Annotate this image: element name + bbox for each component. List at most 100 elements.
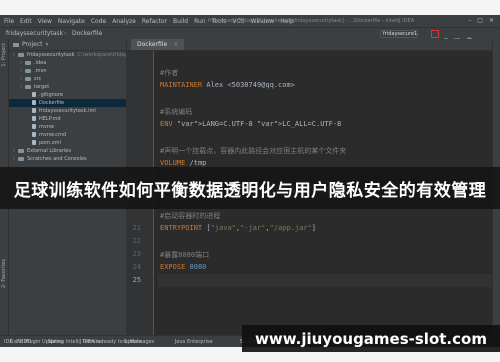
code-line: VOLUME /tmp <box>160 159 206 167</box>
project-tree: ›fridayssecuritytaskC:\workspace\fridays… <box>9 51 126 163</box>
line-number: 23 <box>132 250 141 258</box>
code-line: ENV "var">LANG=C.UTF-8 "var">LC_ALL=C.UT… <box>160 120 341 128</box>
tree-item-label: .idea <box>34 60 47 66</box>
keyword: MAINTAINER <box>160 81 203 89</box>
headline-banner: 足球训练软件如何平衡数据透明化与用户隐私安全的有效管理 <box>0 167 500 209</box>
file-icon <box>32 124 36 129</box>
keyword: EXPOSE <box>160 263 186 271</box>
folder-icon <box>18 52 24 57</box>
tree-item-label: Scratches and Consoles <box>27 156 87 162</box>
tree-item-label: .mvn <box>34 68 47 74</box>
site-watermark: www.jiuyougames-slot.com <box>242 325 500 352</box>
menu-item[interactable]: Refactor <box>142 18 167 25</box>
debug-icon[interactable] <box>442 30 450 44</box>
folder-icon <box>25 84 31 89</box>
code-line: EXPOSE 8080 <box>160 263 206 271</box>
code-argument: 8080 <box>189 263 207 271</box>
tree-item[interactable]: › src <box>9 75 126 83</box>
favorites-tool-tab[interactable]: 2: Favorites <box>1 259 7 288</box>
menu-item[interactable]: Run <box>194 18 206 25</box>
editor-tab-dockerfile[interactable]: Dockerfile × <box>131 39 185 50</box>
menu-item[interactable]: File <box>4 18 14 25</box>
tree-item[interactable]: › .mvn <box>9 67 126 75</box>
keyword: ENTRYPOINT <box>160 224 203 232</box>
file-icon <box>32 116 36 121</box>
tree-item[interactable]: › Scratches and Consoles <box>9 155 126 163</box>
tree-item-label: mvnw <box>39 124 55 130</box>
run-icon[interactable] <box>431 30 439 46</box>
watermark-text: www.jiuyougames-slot.com <box>255 329 487 348</box>
tree-item[interactable]: HELP.md <box>9 115 126 123</box>
code-line: #暴露8080端口 <box>160 251 210 259</box>
line-number: 25 <box>132 276 141 284</box>
code-line: ENTRYPOINT ["java","-jar","/app.jar"] <box>160 224 316 232</box>
code-line: MAINTAINER Alex <5030749@qq.com> <box>160 81 295 89</box>
tree-item[interactable]: .gitignore <box>9 91 126 99</box>
folder-icon <box>25 68 31 73</box>
file-icon <box>32 92 36 97</box>
maximize-icon[interactable]: □ <box>477 17 483 24</box>
stop-icon[interactable] <box>453 30 461 44</box>
screenshot-frame: File Edit View Navigate Code Analyze Refactor B… <box>0 0 500 362</box>
tree-item[interactable]: pom.xml <box>9 139 126 147</box>
minimize-icon[interactable]: – <box>468 17 471 24</box>
run-configuration-select[interactable]: fridaysecure1 <box>380 30 418 38</box>
tree-item-label: .gitignore <box>39 92 63 98</box>
folder-icon <box>25 76 31 81</box>
headline-text: 足球训练软件如何平衡数据透明化与用户隐私安全的有效管理 <box>13 180 487 201</box>
tree-item-label: mvnw.cmd <box>39 132 67 138</box>
code-argument: "var">LANG=C.UTF-8 "var">LC_ALL=C.UTF-8 <box>176 120 342 128</box>
code-line: #系统编码 <box>160 108 193 116</box>
tree-item[interactable]: mvnw.cmd <box>9 131 126 139</box>
menu-item[interactable]: Navigate <box>58 18 85 25</box>
tree-item-label: fridayssecuritytask <box>27 52 75 58</box>
folder-icon <box>13 42 19 47</box>
tree-item[interactable]: › .idea <box>9 59 126 67</box>
code-line: #作者 <box>160 69 179 77</box>
editor-tab-label: Dockerfile <box>137 41 168 48</box>
window-controls: – □ ✕ <box>468 17 494 24</box>
keyword: VOLUME <box>160 159 186 167</box>
current-line-highlight <box>158 274 494 287</box>
project-panel-header[interactable]: Project ▾ <box>9 39 126 51</box>
tree-item-label: pom.xml <box>39 140 61 146</box>
menu-item[interactable]: Code <box>91 18 106 25</box>
tree-item[interactable]: Dockerfile <box>9 99 126 107</box>
tree-item-label: HELP.md <box>39 116 61 122</box>
tree-item[interactable]: fridayssecuritytask.iml <box>9 107 126 115</box>
keyword: ENV <box>160 120 173 128</box>
tree-item-label: target <box>34 84 50 90</box>
tree-item[interactable]: › External Libraries <box>9 147 126 155</box>
file-icon <box>32 140 36 145</box>
tab-close-icon[interactable]: × <box>173 41 178 48</box>
project-panel-title: Project <box>22 41 43 48</box>
code-argument: Alex <5030749@qq.com> <box>202 81 295 89</box>
menu-item[interactable]: Edit <box>20 18 32 25</box>
code-line: #启动容器时的进程 <box>160 212 221 220</box>
menu-item[interactable]: View <box>38 18 52 25</box>
tree-item[interactable]: ›fridayssecuritytaskC:\workspace\fridays… <box>9 51 126 59</box>
line-number: 24 <box>132 263 141 271</box>
breadcrumb-separator: › <box>64 30 67 37</box>
editor-tab-bar: Dockerfile × <box>127 39 500 51</box>
menu-item[interactable]: Build <box>173 18 188 25</box>
tree-item[interactable]: › target <box>9 83 126 91</box>
chevron-down-icon: ▾ <box>45 41 49 48</box>
file-icon <box>32 132 36 137</box>
breadcrumb-file[interactable]: Dockerfile <box>72 30 102 37</box>
tree-item[interactable]: mvnw <box>9 123 126 131</box>
build-icon[interactable] <box>421 30 429 43</box>
project-tool-tab[interactable]: 1: Project <box>1 43 7 67</box>
search-icon[interactable] <box>466 30 474 45</box>
bottom-tool-tab[interactable]: Java Enterprise <box>175 339 213 345</box>
menu-item[interactable]: Analyze <box>112 18 136 25</box>
breadcrumb-project[interactable]: fridayssecuritytask <box>6 30 63 37</box>
code-argument: ["java","-jar","/app.jar"] <box>202 224 316 232</box>
folder-icon <box>25 60 31 65</box>
file-icon <box>32 100 36 105</box>
line-number: 22 <box>132 237 141 245</box>
status-text: IDE and Plugin Updates: IntelliJ IDEA is… <box>4 339 144 345</box>
tree-item-label: External Libraries <box>27 148 71 154</box>
tree-item-label: fridayssecuritytask.iml <box>39 108 96 114</box>
close-icon[interactable]: ✕ <box>489 17 494 24</box>
